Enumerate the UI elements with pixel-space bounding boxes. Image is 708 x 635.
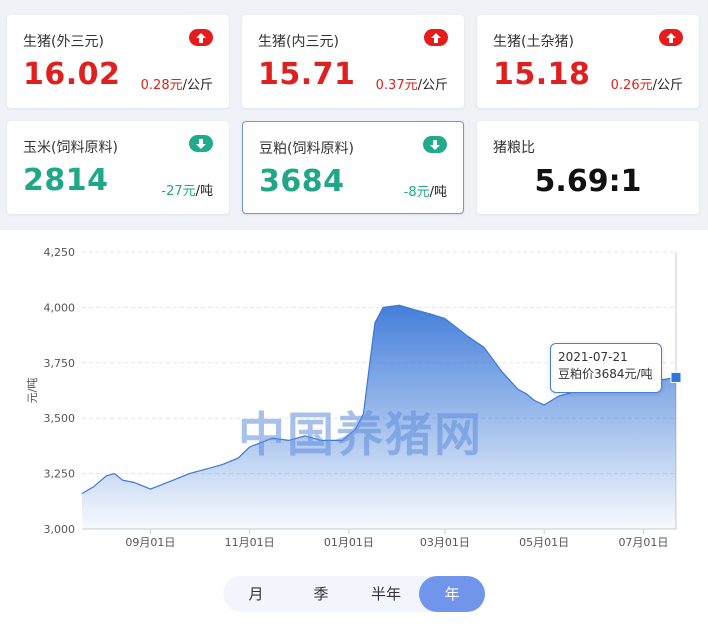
card-change: -27元/吨 xyxy=(161,180,213,199)
card-value: 15.18 xyxy=(493,57,591,92)
card-title: 猪粮比 xyxy=(493,140,535,156)
period-halfyear-button[interactable]: 半年 xyxy=(353,576,419,612)
change-amount: -27元 xyxy=(161,184,196,199)
card-value: 15.71 xyxy=(258,57,356,92)
soymeal-feed-card[interactable]: 豆粕(饲料原料) 3684 -8元/吨 xyxy=(242,121,464,214)
card-change: 0.37元/公斤 xyxy=(376,74,448,93)
y-axis-title: 元/吨 xyxy=(26,378,39,404)
arrow-up-icon xyxy=(659,29,683,46)
period-month-button[interactable]: 月 xyxy=(223,576,289,612)
arrow-down-icon xyxy=(189,135,213,152)
pig-outer-ternary-card[interactable]: 生猪(外三元) 16.02 0.28元/公斤 xyxy=(7,15,229,108)
highlight-point xyxy=(670,371,682,383)
y-tick-label: 3,750 xyxy=(44,357,76,370)
price-chart: 3,000 3,250 3,500 3,750 4,000 4,250 元/吨 09月01日 1… xyxy=(26,246,682,549)
x-tick-label: 05月01日 xyxy=(519,536,569,549)
change-amount: 0.26元 xyxy=(610,78,653,93)
watermark: 中国养猪网 xyxy=(238,408,483,463)
y-tick-label: 3,000 xyxy=(44,523,76,536)
change-unit: /吨 xyxy=(429,185,447,200)
card-value: 2814 xyxy=(23,163,109,198)
tooltip-date: 2021-07-21 xyxy=(558,350,628,364)
arrow-down-icon xyxy=(423,136,447,153)
card-value: 3684 xyxy=(259,164,345,199)
chart-panel: 3,000 3,250 3,500 3,750 4,000 4,250 元/吨 09月01日 1… xyxy=(0,230,708,635)
change-unit: /公斤 xyxy=(417,78,448,93)
arrow-up-icon xyxy=(424,29,448,46)
change-amount: 0.37元 xyxy=(375,78,418,93)
change-unit: /公斤 xyxy=(652,78,683,93)
y-tick-label: 4,000 xyxy=(44,301,76,314)
chart-tooltip: 2021-07-21 豆粕价3684元/吨 xyxy=(550,343,662,393)
x-tick-label: 01月01日 xyxy=(324,536,374,549)
arrow-up-icon xyxy=(189,29,213,46)
pig-inner-ternary-card[interactable]: 生猪(内三元) 15.71 0.37元/公斤 xyxy=(242,15,464,108)
x-tick-label: 09月01日 xyxy=(125,536,175,549)
card-change: -8元/吨 xyxy=(404,181,447,200)
x-tick-label: 11月01日 xyxy=(225,536,275,549)
period-year-button[interactable]: 年 xyxy=(419,576,485,612)
change-amount: 0.28元 xyxy=(140,78,183,93)
pig-local-mixed-card[interactable]: 生猪(土杂猪) 15.18 0.26元/公斤 xyxy=(477,15,699,108)
x-tick-label: 03月01日 xyxy=(420,536,470,549)
pig-grain-ratio-card[interactable]: 猪粮比 5.69:1 xyxy=(477,121,699,214)
y-tick-label: 3,250 xyxy=(44,468,76,481)
period-selector: 月 季 半年 年 xyxy=(223,576,485,612)
period-quarter-button[interactable]: 季 xyxy=(288,576,354,612)
card-value: 16.02 xyxy=(23,57,121,92)
card-change: 0.26元/公斤 xyxy=(611,74,683,93)
change-unit: /吨 xyxy=(195,184,213,199)
card-title: 生猪(内三元) xyxy=(258,34,339,50)
card-title: 豆粕(饲料原料) xyxy=(259,141,354,157)
change-amount: -8元 xyxy=(403,185,430,200)
y-tick-label: 3,500 xyxy=(44,412,76,425)
card-change: 0.28元/公斤 xyxy=(141,74,213,93)
tooltip-value: 豆粕价3684元/吨 xyxy=(558,367,653,381)
card-title: 生猪(外三元) xyxy=(23,34,104,50)
y-tick-label: 4,250 xyxy=(44,246,76,259)
card-title: 生猪(土杂猪) xyxy=(493,34,574,50)
ratio-value: 5.69:1 xyxy=(534,164,642,199)
change-unit: /公斤 xyxy=(182,78,213,93)
card-title: 玉米(饲料原料) xyxy=(23,140,118,156)
x-tick-label: 07月01日 xyxy=(618,536,668,549)
corn-feed-card[interactable]: 玉米(饲料原料) 2814 -27元/吨 xyxy=(7,121,229,214)
